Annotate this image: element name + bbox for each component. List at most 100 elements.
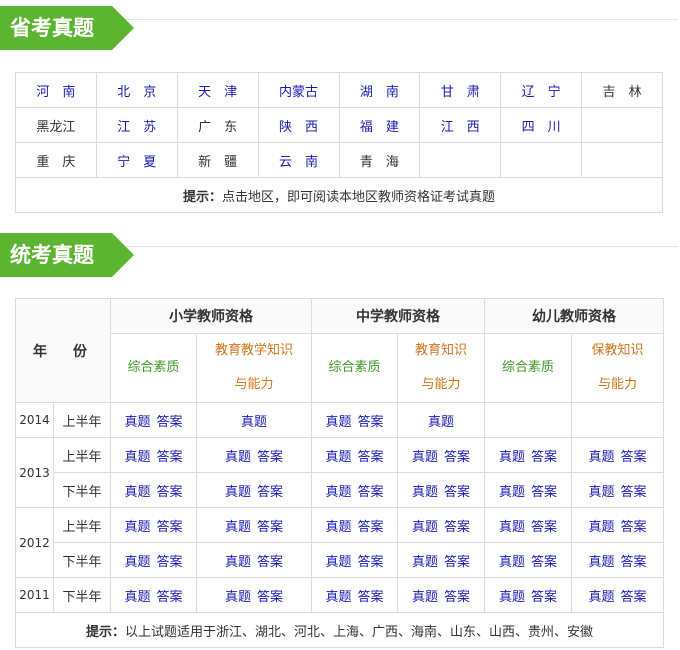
half-year-cell: 上半年 <box>53 507 111 543</box>
answer-link[interactable]: 答案 <box>621 590 647 605</box>
answer-link[interactable]: 答案 <box>444 520 470 535</box>
question-link[interactable]: 真题 <box>412 520 438 535</box>
question-link[interactable]: 真题 <box>325 415 351 430</box>
question-link[interactable]: 真题 <box>412 485 438 500</box>
answer-link[interactable]: 答案 <box>358 450 384 465</box>
question-link[interactable]: 真题 <box>124 555 150 570</box>
answer-link[interactable]: 答案 <box>358 590 384 605</box>
answer-link[interactable]: 答案 <box>531 555 557 570</box>
tip-label: 提示： <box>85 624 125 640</box>
tip-text: 以上试题适用于浙江、湖北、河北、上海、广西、海南、山东、山西、贵州、安徽 <box>125 624 594 640</box>
province-link[interactable]: 四 川 <box>500 107 583 143</box>
question-link[interactable]: 真题 <box>225 520 251 535</box>
subject-title: 综合素质 <box>127 360 180 375</box>
question-link[interactable]: 真题 <box>325 590 351 605</box>
answer-link[interactable]: 答案 <box>621 450 647 465</box>
question-link[interactable]: 真题 <box>325 485 351 500</box>
question-link[interactable]: 真题 <box>588 520 614 535</box>
question-link[interactable]: 真题 <box>499 520 525 535</box>
answer-link[interactable]: 答案 <box>358 555 384 570</box>
province-link[interactable]: 宁 夏 <box>95 142 178 178</box>
answer-link[interactable]: 答案 <box>531 485 557 500</box>
answer-link[interactable]: 答案 <box>621 485 647 500</box>
question-link[interactable]: 真题 <box>588 450 614 465</box>
answer-link[interactable]: 答案 <box>444 555 470 570</box>
province-row: 重 庆宁 夏新 疆云 南青 海 <box>15 142 663 178</box>
question-link[interactable]: 真题 <box>428 415 454 430</box>
answer-link[interactable]: 答案 <box>157 520 183 535</box>
question-link[interactable]: 真题 <box>124 485 150 500</box>
answer-link[interactable]: 答案 <box>358 415 384 430</box>
question-link[interactable]: 真题 <box>412 555 438 570</box>
question-link[interactable]: 真题 <box>241 415 267 430</box>
question-link[interactable]: 真题 <box>325 450 351 465</box>
answer-link[interactable]: 答案 <box>358 485 384 500</box>
province-link[interactable]: 云 南 <box>257 142 340 178</box>
exam-row: 下半年 真题 答案 真题 答案 真题 答案 真题 答案 真题 答案 真题 答案 <box>16 542 664 578</box>
answer-link[interactable]: 答案 <box>157 590 183 605</box>
answer-link[interactable]: 答案 <box>531 520 557 535</box>
province-link[interactable]: 内蒙古 <box>257 72 340 108</box>
question-link[interactable]: 真题 <box>499 485 525 500</box>
question-link[interactable]: 真题 <box>412 590 438 605</box>
answer-link[interactable]: 答案 <box>157 450 183 465</box>
province-link[interactable]: 江 西 <box>419 107 502 143</box>
subject-subtitle: 与能力 <box>421 377 461 392</box>
answer-link[interactable]: 答案 <box>257 555 283 570</box>
exam-links-cell: 真题 答案 <box>484 507 572 543</box>
province-link[interactable]: 湖 南 <box>338 72 421 108</box>
answer-link[interactable]: 答案 <box>257 590 283 605</box>
half-year-cell: 下半年 <box>53 542 111 578</box>
answer-link[interactable]: 答案 <box>531 590 557 605</box>
exam-links-cell: 真题 答案 <box>311 472 398 508</box>
exam-links-cell: 真题 答案 <box>110 437 197 473</box>
answer-link[interactable]: 答案 <box>621 520 647 535</box>
question-link[interactable]: 真题 <box>225 450 251 465</box>
province-link: 重 庆 <box>15 142 97 178</box>
answer-link[interactable]: 答案 <box>621 555 647 570</box>
answer-link[interactable]: 答案 <box>157 415 183 430</box>
answer-link[interactable]: 答案 <box>257 450 283 465</box>
answer-link[interactable]: 答案 <box>531 450 557 465</box>
province-link[interactable]: 辽 宁 <box>500 72 583 108</box>
answer-link[interactable]: 答案 <box>157 485 183 500</box>
question-link[interactable]: 真题 <box>124 450 150 465</box>
question-link[interactable]: 真题 <box>499 450 525 465</box>
province-link[interactable]: 陕 西 <box>257 107 340 143</box>
province-link[interactable]: 河 南 <box>15 72 97 108</box>
exam-links-cell: 真题 答案 <box>110 507 197 543</box>
question-link[interactable]: 真题 <box>499 555 525 570</box>
answer-link[interactable]: 答案 <box>358 520 384 535</box>
question-link[interactable]: 真题 <box>225 485 251 500</box>
answer-link[interactable]: 答案 <box>257 520 283 535</box>
year-header: 年 份 <box>15 298 111 403</box>
answer-link[interactable]: 答案 <box>157 555 183 570</box>
answer-link[interactable]: 答案 <box>444 485 470 500</box>
subject-header: 教育教学知识 与能力 <box>196 333 312 403</box>
province-link[interactable]: 福 建 <box>338 107 421 143</box>
answer-link[interactable]: 答案 <box>444 590 470 605</box>
exam-links-cell: 真题 答案 <box>397 472 485 508</box>
province-link[interactable]: 北 京 <box>95 72 178 108</box>
question-link[interactable]: 真题 <box>499 590 525 605</box>
province-link[interactable]: 江 苏 <box>95 107 178 143</box>
question-link[interactable]: 真题 <box>124 415 150 430</box>
province-link[interactable]: 甘 肃 <box>419 72 502 108</box>
half-year-cell: 下半年 <box>53 472 111 508</box>
answer-link[interactable]: 答案 <box>257 485 283 500</box>
province-link[interactable]: 天 津 <box>176 72 259 108</box>
question-link[interactable]: 真题 <box>225 555 251 570</box>
question-link[interactable]: 真题 <box>124 520 150 535</box>
question-link[interactable]: 真题 <box>588 485 614 500</box>
question-link[interactable]: 真题 <box>325 555 351 570</box>
provincial-section-header: 省考真题 <box>0 0 680 50</box>
question-link[interactable]: 真题 <box>124 590 150 605</box>
question-link[interactable]: 真题 <box>325 520 351 535</box>
question-link[interactable]: 真题 <box>412 450 438 465</box>
question-link[interactable]: 真题 <box>588 555 614 570</box>
question-link[interactable]: 真题 <box>225 590 251 605</box>
answer-link[interactable]: 答案 <box>444 450 470 465</box>
unified-section-header: 统考真题 <box>0 227 680 277</box>
question-link[interactable]: 真题 <box>588 590 614 605</box>
empty-cell <box>484 402 572 438</box>
